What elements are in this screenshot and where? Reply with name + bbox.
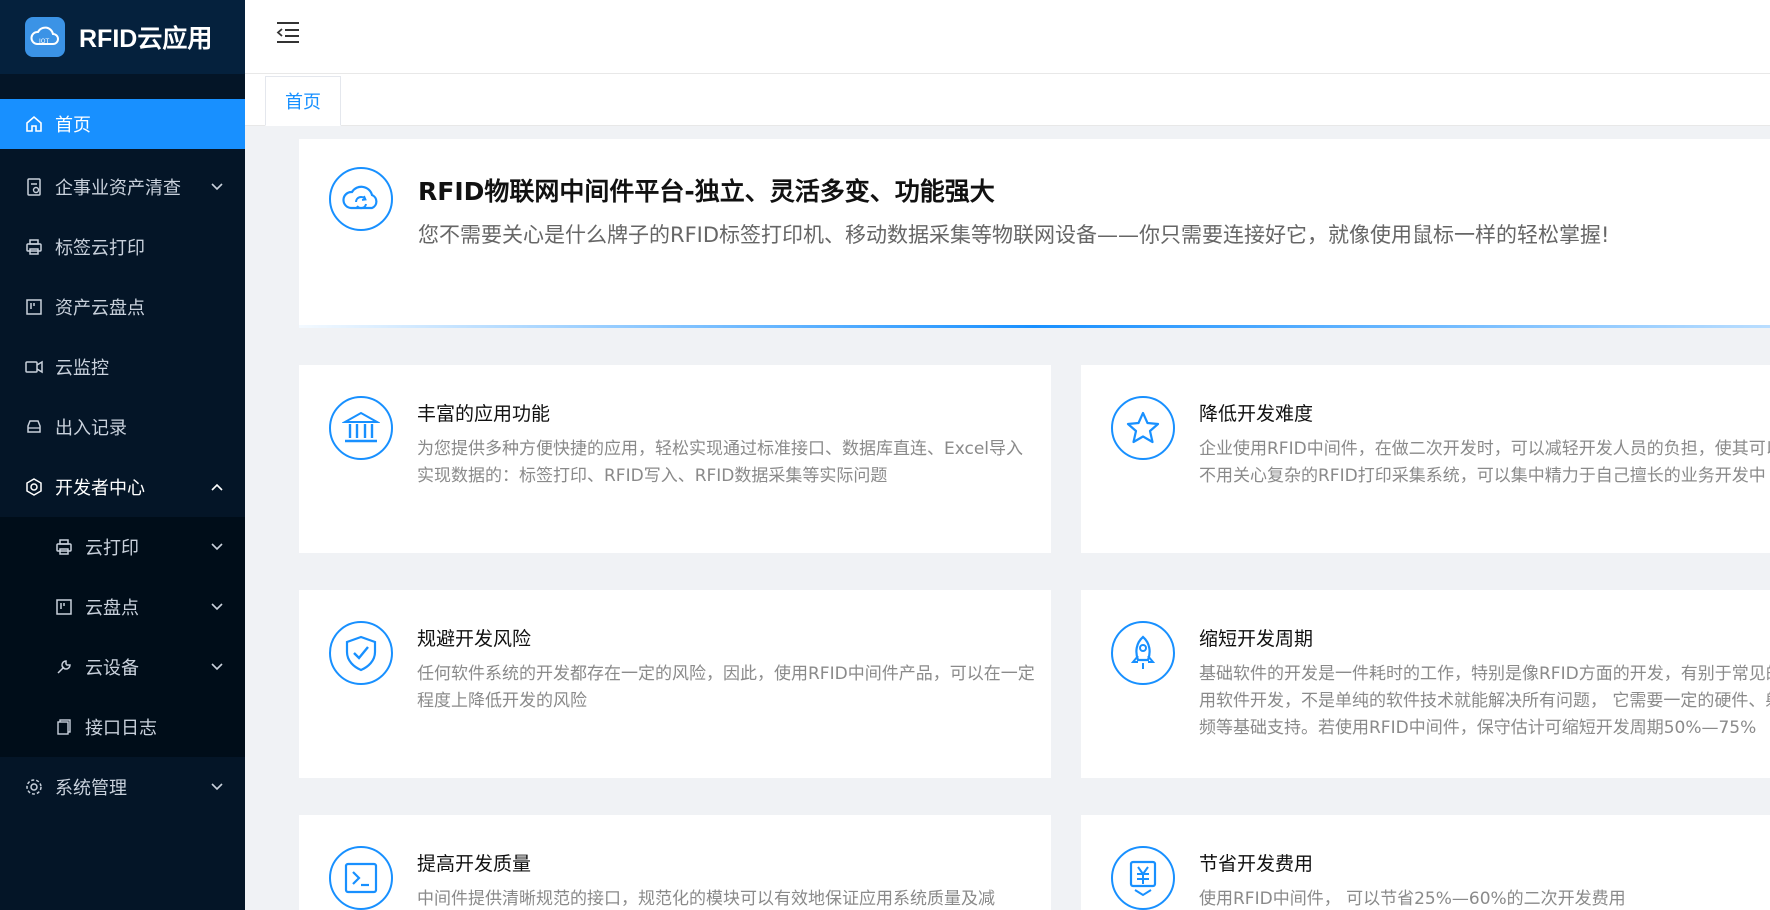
hero-banner: RFID物联网中间件平台-独立、灵活多变、功能强大 您不需要关心是什么牌子的RF… <box>299 139 1770 328</box>
developer-submenu: 云打印 云盘点 云设备 接口日志 <box>0 517 245 757</box>
document-icon <box>25 178 43 196</box>
star-icon <box>1111 396 1175 460</box>
inventory-icon <box>25 298 43 316</box>
settings-icon <box>25 778 43 796</box>
sidebar-item-home[interactable]: 首页 <box>0 99 245 149</box>
card-description-line: 企业使用RFID中间件，在做二次开发时，可以减轻开发人员的负担，使其可以 <box>1199 439 1770 459</box>
sidebar-item-asset-inventory[interactable]: 资产云盘点 <box>0 277 245 337</box>
sidebar-menu: 首页 企事业资产清查 标签云打印 资产云盘点 云监控 出入记录 开发者中心 云打… <box>0 99 245 817</box>
card-title: 提高开发质量 <box>417 853 532 875</box>
printer-icon <box>55 538 73 556</box>
sidebar-item-label: 首页 <box>55 115 91 136</box>
inventory-icon <box>55 598 73 616</box>
svg-text:IOT: IOT <box>39 38 49 45</box>
sidebar-item-label: 开发者中心 <box>55 478 145 499</box>
rocket-icon <box>1111 621 1175 685</box>
card-description: 基础软件的开发是一件耗时的工作，特别是像RFID方面的开发，有别于常见的 用软件… <box>1199 661 1770 742</box>
chevron-down-icon <box>211 781 223 793</box>
feature-card: 节省开发费用 使用RFID中间件， 可以节省25%—60%的二次开发费用 <box>1081 815 1770 910</box>
wrench-icon <box>55 658 73 676</box>
car-icon <box>25 418 43 436</box>
cloud-iot-icon: IOT <box>25 17 65 57</box>
sidebar-item-label: 系统管理 <box>55 778 127 799</box>
chevron-down-icon <box>211 661 223 673</box>
feature-card: 缩短开发周期 基础软件的开发是一件耗时的工作，特别是像RFID方面的开发，有别于… <box>1081 590 1770 778</box>
card-description: 中间件提供清晰规范的接口，规范化的模块可以有效地保证应用系统质量及减 <box>417 889 995 909</box>
sidebar-item-label: 企事业资产清查 <box>55 178 181 199</box>
developer-icon <box>25 478 43 496</box>
sidebar-item-api-log[interactable]: 接口日志 <box>0 697 245 757</box>
yen-icon <box>1111 846 1175 910</box>
card-title: 缩短开发周期 <box>1199 628 1314 650</box>
cloud-sync-icon <box>329 167 393 231</box>
shield-check-icon <box>329 621 393 685</box>
sidebar-item-label: 云打印 <box>85 538 139 559</box>
log-icon <box>55 718 73 736</box>
sidebar-item-label: 接口日志 <box>85 718 157 739</box>
card-description-line: 频等基础支持。若使用RFID中间件，保守估计可缩短开发周期50%—75% <box>1199 718 1757 738</box>
home-icon <box>25 115 43 133</box>
tab-bar: 首页 <box>245 74 1770 126</box>
feature-card: 规避开发风险 任何软件系统的开发都存在一定的风险，因此，使用RFID中间件产品，… <box>299 590 1051 778</box>
sidebar-item-asset-check[interactable]: 企事业资产清查 <box>0 157 245 217</box>
feature-card: 提高开发质量 中间件提供清晰规范的接口，规范化的模块可以有效地保证应用系统质量及… <box>299 815 1051 910</box>
sidebar-item-label: 云设备 <box>85 658 139 679</box>
sidebar-item-label-print[interactable]: 标签云打印 <box>0 217 245 277</box>
logo[interactable]: IOT RFID云应用 <box>0 0 245 74</box>
sidebar: IOT RFID云应用 首页 企事业资产清查 标签云打印 资产云盘点 云监控 出… <box>0 0 245 910</box>
sidebar-item-developer-center[interactable]: 开发者中心 <box>0 457 245 517</box>
chevron-up-icon <box>211 481 223 493</box>
feature-card: 降低开发难度 企业使用RFID中间件，在做二次开发时，可以减轻开发人员的负担，使… <box>1081 365 1770 553</box>
app-title: RFID云应用 <box>79 25 213 53</box>
hero-title: RFID物联网中间件平台-独立、灵活多变、功能强大 <box>418 177 995 206</box>
chevron-down-icon <box>211 181 223 193</box>
terminal-icon <box>329 846 393 910</box>
menu-toggle-icon[interactable] <box>275 20 301 44</box>
sidebar-item-label: 资产云盘点 <box>55 298 145 319</box>
card-title: 丰富的应用功能 <box>417 403 551 425</box>
card-description-line: 基础软件的开发是一件耗时的工作，特别是像RFID方面的开发，有别于常见的 <box>1199 664 1770 684</box>
sidebar-item-access-records[interactable]: 出入记录 <box>0 397 245 457</box>
sidebar-item-cloud-inventory[interactable]: 云盘点 <box>0 577 245 637</box>
sidebar-item-cloud-monitor[interactable]: 云监控 <box>0 337 245 397</box>
sidebar-item-label: 云盘点 <box>85 598 139 619</box>
card-description: 使用RFID中间件， 可以节省25%—60%的二次开发费用 <box>1199 886 1770 910</box>
chevron-down-icon <box>211 541 223 553</box>
feature-card: 丰富的应用功能 为您提供多种方便快捷的应用，轻松实现通过标准接口、数据库直连、E… <box>299 365 1051 553</box>
sidebar-item-system-admin[interactable]: 系统管理 <box>0 757 245 817</box>
sidebar-item-label: 标签云打印 <box>55 238 145 259</box>
bank-icon <box>329 396 393 460</box>
sidebar-item-cloud-device[interactable]: 云设备 <box>0 637 245 697</box>
camera-icon <box>25 358 43 376</box>
sidebar-item-label: 云监控 <box>55 358 109 379</box>
hero-subtitle: 您不需要关心是什么牌子的RFID标签打印机、移动数据采集等物联网设备——你只需要… <box>418 223 1610 247</box>
card-title: 节省开发费用 <box>1199 853 1314 875</box>
tab-home[interactable]: 首页 <box>265 76 341 126</box>
card-title: 规避开发风险 <box>417 628 532 650</box>
printer-icon <box>25 238 43 256</box>
sidebar-item-cloud-print[interactable]: 云打印 <box>0 517 245 577</box>
card-description: 为您提供多种方便快捷的应用，轻松实现通过标准接口、数据库直连、Excel导入实现… <box>417 439 1024 486</box>
chevron-down-icon <box>211 601 223 613</box>
card-title: 降低开发难度 <box>1199 403 1314 425</box>
card-description: 任何软件系统的开发都存在一定的风险，因此，使用RFID中间件产品，可以在一定程度… <box>417 664 1035 711</box>
card-description-line: 使用RFID中间件， 可以节省25%—60%的二次开发费用 <box>1199 889 1626 909</box>
sidebar-item-label: 出入记录 <box>55 418 127 439</box>
card-description: 企业使用RFID中间件，在做二次开发时，可以减轻开发人员的负担，使其可以 不用关… <box>1199 436 1770 490</box>
card-description-line: 用软件开发，不是单纯的软件技术就能解决所有问题， 它需要一定的硬件、射 <box>1199 691 1770 711</box>
card-description-line: 不用关心复杂的RFID打印采集系统，可以集中精力于自己擅长的业务开发中 <box>1199 466 1766 486</box>
top-header <box>245 0 1770 74</box>
